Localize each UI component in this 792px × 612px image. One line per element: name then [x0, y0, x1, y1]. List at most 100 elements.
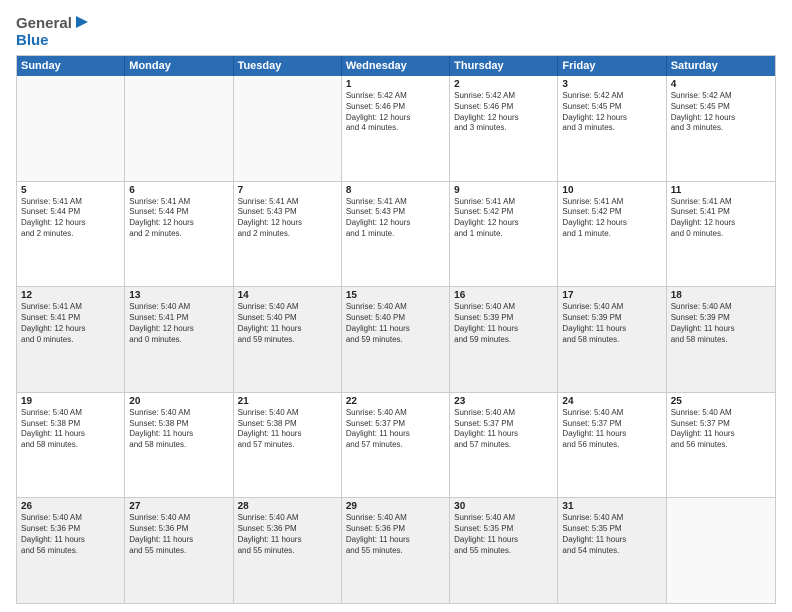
cal-row-0: 1Sunrise: 5:42 AMSunset: 5:46 PMDaylight…: [17, 76, 775, 182]
cell-line: Sunrise: 5:40 AM: [21, 513, 120, 524]
cal-cell: 6Sunrise: 5:41 AMSunset: 5:44 PMDaylight…: [125, 182, 233, 287]
cal-cell: 28Sunrise: 5:40 AMSunset: 5:36 PMDayligh…: [234, 498, 342, 603]
cell-line: Daylight: 12 hours: [21, 218, 120, 229]
cal-cell: 7Sunrise: 5:41 AMSunset: 5:43 PMDaylight…: [234, 182, 342, 287]
day-header-thursday: Thursday: [450, 56, 558, 76]
cell-line: Daylight: 12 hours: [454, 113, 553, 124]
day-number: 23: [454, 396, 553, 407]
cal-cell: 19Sunrise: 5:40 AMSunset: 5:38 PMDayligh…: [17, 393, 125, 498]
cell-line: Sunrise: 5:40 AM: [454, 302, 553, 313]
cell-line: Daylight: 12 hours: [129, 324, 228, 335]
cal-cell: 27Sunrise: 5:40 AMSunset: 5:36 PMDayligh…: [125, 498, 233, 603]
cal-cell: 17Sunrise: 5:40 AMSunset: 5:39 PMDayligh…: [558, 287, 666, 392]
cell-line: Daylight: 11 hours: [562, 324, 661, 335]
cal-cell: 21Sunrise: 5:40 AMSunset: 5:38 PMDayligh…: [234, 393, 342, 498]
day-number: 29: [346, 501, 445, 512]
cell-line: and 55 minutes.: [346, 546, 445, 557]
cell-line: Sunrise: 5:40 AM: [346, 302, 445, 313]
cell-line: Sunrise: 5:41 AM: [671, 197, 771, 208]
cell-line: Sunrise: 5:41 AM: [21, 302, 120, 313]
cell-line: Sunset: 5:46 PM: [454, 102, 553, 113]
cell-line: and 0 minutes.: [671, 229, 771, 240]
cell-line: Sunset: 5:36 PM: [129, 524, 228, 535]
cal-cell: 1Sunrise: 5:42 AMSunset: 5:46 PMDaylight…: [342, 76, 450, 181]
cell-line: and 57 minutes.: [454, 440, 553, 451]
cal-cell: 4Sunrise: 5:42 AMSunset: 5:45 PMDaylight…: [667, 76, 775, 181]
cal-cell: [17, 76, 125, 181]
cell-line: Daylight: 11 hours: [454, 535, 553, 546]
cell-line: Daylight: 11 hours: [562, 535, 661, 546]
cell-line: Sunset: 5:41 PM: [671, 207, 771, 218]
cal-cell: 29Sunrise: 5:40 AMSunset: 5:36 PMDayligh…: [342, 498, 450, 603]
cell-line: Sunset: 5:43 PM: [238, 207, 337, 218]
calendar: SundayMondayTuesdayWednesdayThursdayFrid…: [16, 55, 776, 604]
cell-line: and 58 minutes.: [21, 440, 120, 451]
cal-cell: [234, 76, 342, 181]
cell-line: Sunrise: 5:41 AM: [238, 197, 337, 208]
cell-line: Sunrise: 5:40 AM: [346, 513, 445, 524]
cell-line: Sunrise: 5:41 AM: [346, 197, 445, 208]
cell-line: Sunrise: 5:40 AM: [129, 302, 228, 313]
cell-line: Daylight: 12 hours: [671, 218, 771, 229]
day-number: 26: [21, 501, 120, 512]
day-number: 5: [21, 185, 120, 196]
day-number: 27: [129, 501, 228, 512]
page: General Blue SundayMondayTuesdayWednesda…: [0, 0, 792, 612]
cell-line: Sunset: 5:37 PM: [454, 419, 553, 430]
cell-line: and 56 minutes.: [671, 440, 771, 451]
cell-line: Sunset: 5:45 PM: [671, 102, 771, 113]
cell-line: Sunrise: 5:40 AM: [562, 513, 661, 524]
cell-line: Daylight: 12 hours: [562, 218, 661, 229]
cell-line: and 59 minutes.: [346, 335, 445, 346]
cell-line: and 57 minutes.: [346, 440, 445, 451]
cell-line: Sunset: 5:35 PM: [562, 524, 661, 535]
cal-cell: 12Sunrise: 5:41 AMSunset: 5:41 PMDayligh…: [17, 287, 125, 392]
day-number: 19: [21, 396, 120, 407]
cell-line: Sunrise: 5:40 AM: [238, 408, 337, 419]
cell-line: Sunset: 5:41 PM: [129, 313, 228, 324]
day-header-saturday: Saturday: [667, 56, 775, 76]
cal-cell: 14Sunrise: 5:40 AMSunset: 5:40 PMDayligh…: [234, 287, 342, 392]
cell-line: Sunset: 5:44 PM: [129, 207, 228, 218]
day-number: 15: [346, 290, 445, 301]
day-number: 28: [238, 501, 337, 512]
cell-line: Sunset: 5:37 PM: [562, 419, 661, 430]
cell-line: Sunset: 5:39 PM: [671, 313, 771, 324]
day-header-sunday: Sunday: [17, 56, 125, 76]
cell-line: and 0 minutes.: [129, 335, 228, 346]
day-number: 13: [129, 290, 228, 301]
cell-line: and 1 minute.: [346, 229, 445, 240]
cell-line: Daylight: 11 hours: [346, 535, 445, 546]
cell-line: Sunset: 5:36 PM: [238, 524, 337, 535]
cal-cell: 30Sunrise: 5:40 AMSunset: 5:35 PMDayligh…: [450, 498, 558, 603]
cell-line: Sunrise: 5:42 AM: [671, 91, 771, 102]
day-number: 24: [562, 396, 661, 407]
cell-line: Sunrise: 5:40 AM: [454, 513, 553, 524]
cell-line: Sunset: 5:40 PM: [238, 313, 337, 324]
cal-cell: 11Sunrise: 5:41 AMSunset: 5:41 PMDayligh…: [667, 182, 775, 287]
cal-cell: 13Sunrise: 5:40 AMSunset: 5:41 PMDayligh…: [125, 287, 233, 392]
day-number: 2: [454, 79, 553, 90]
day-number: 7: [238, 185, 337, 196]
cell-line: and 3 minutes.: [671, 123, 771, 134]
cell-line: and 1 minute.: [562, 229, 661, 240]
cell-line: Daylight: 11 hours: [671, 324, 771, 335]
cell-line: Daylight: 12 hours: [454, 218, 553, 229]
cal-cell: 23Sunrise: 5:40 AMSunset: 5:37 PMDayligh…: [450, 393, 558, 498]
cell-line: Daylight: 12 hours: [671, 113, 771, 124]
cell-line: and 1 minute.: [454, 229, 553, 240]
cell-line: Sunset: 5:40 PM: [346, 313, 445, 324]
cell-line: and 58 minutes.: [129, 440, 228, 451]
cell-line: and 2 minutes.: [129, 229, 228, 240]
cell-line: Daylight: 12 hours: [129, 218, 228, 229]
day-number: 30: [454, 501, 553, 512]
cell-line: and 56 minutes.: [562, 440, 661, 451]
cell-line: Sunset: 5:37 PM: [346, 419, 445, 430]
cell-line: Daylight: 12 hours: [21, 324, 120, 335]
cell-line: Sunrise: 5:40 AM: [129, 408, 228, 419]
day-header-monday: Monday: [125, 56, 233, 76]
cell-line: Sunset: 5:42 PM: [454, 207, 553, 218]
cell-line: Sunset: 5:45 PM: [562, 102, 661, 113]
cell-line: Sunrise: 5:41 AM: [562, 197, 661, 208]
cell-line: Sunset: 5:42 PM: [562, 207, 661, 218]
